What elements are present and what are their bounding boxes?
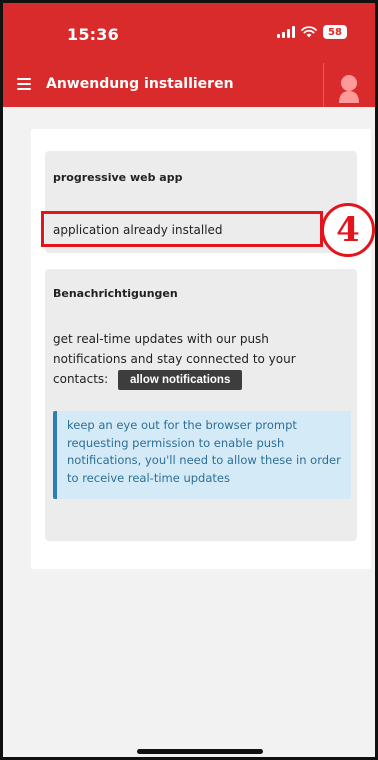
notifications-description: get real-time updates with our push noti… [53,329,345,390]
page-title: Anwendung installieren [46,76,234,92]
phone-frame: 15:36 58 Anwendung installieren progress… [0,0,378,760]
signal-icon [277,26,295,38]
status-time: 15:36 [67,25,119,44]
wifi-icon [301,26,317,38]
status-icons: 58 [277,25,347,39]
app-bar-divider [323,63,324,107]
home-indicator[interactable] [137,749,263,754]
notifications-card: Benachrichtigungen get real-time updates… [45,269,357,541]
avatar-icon[interactable] [336,71,362,103]
annotation-highlight-box [41,211,323,247]
allow-notifications-button[interactable]: allow notifications [118,369,243,390]
battery-icon: 58 [323,25,347,39]
menu-icon[interactable] [17,78,31,90]
info-alert: keep an eye out for the browser prompt r… [53,411,351,499]
step-number-badge: 4 [321,203,375,257]
top-bar: 15:36 58 Anwendung installieren [3,3,375,107]
notifications-title: Benachrichtigungen [53,287,178,300]
pwa-title: progressive web app [53,171,183,184]
main-content: progressive web app application already … [31,129,371,569]
app-bar: Anwendung installieren [3,63,375,107]
